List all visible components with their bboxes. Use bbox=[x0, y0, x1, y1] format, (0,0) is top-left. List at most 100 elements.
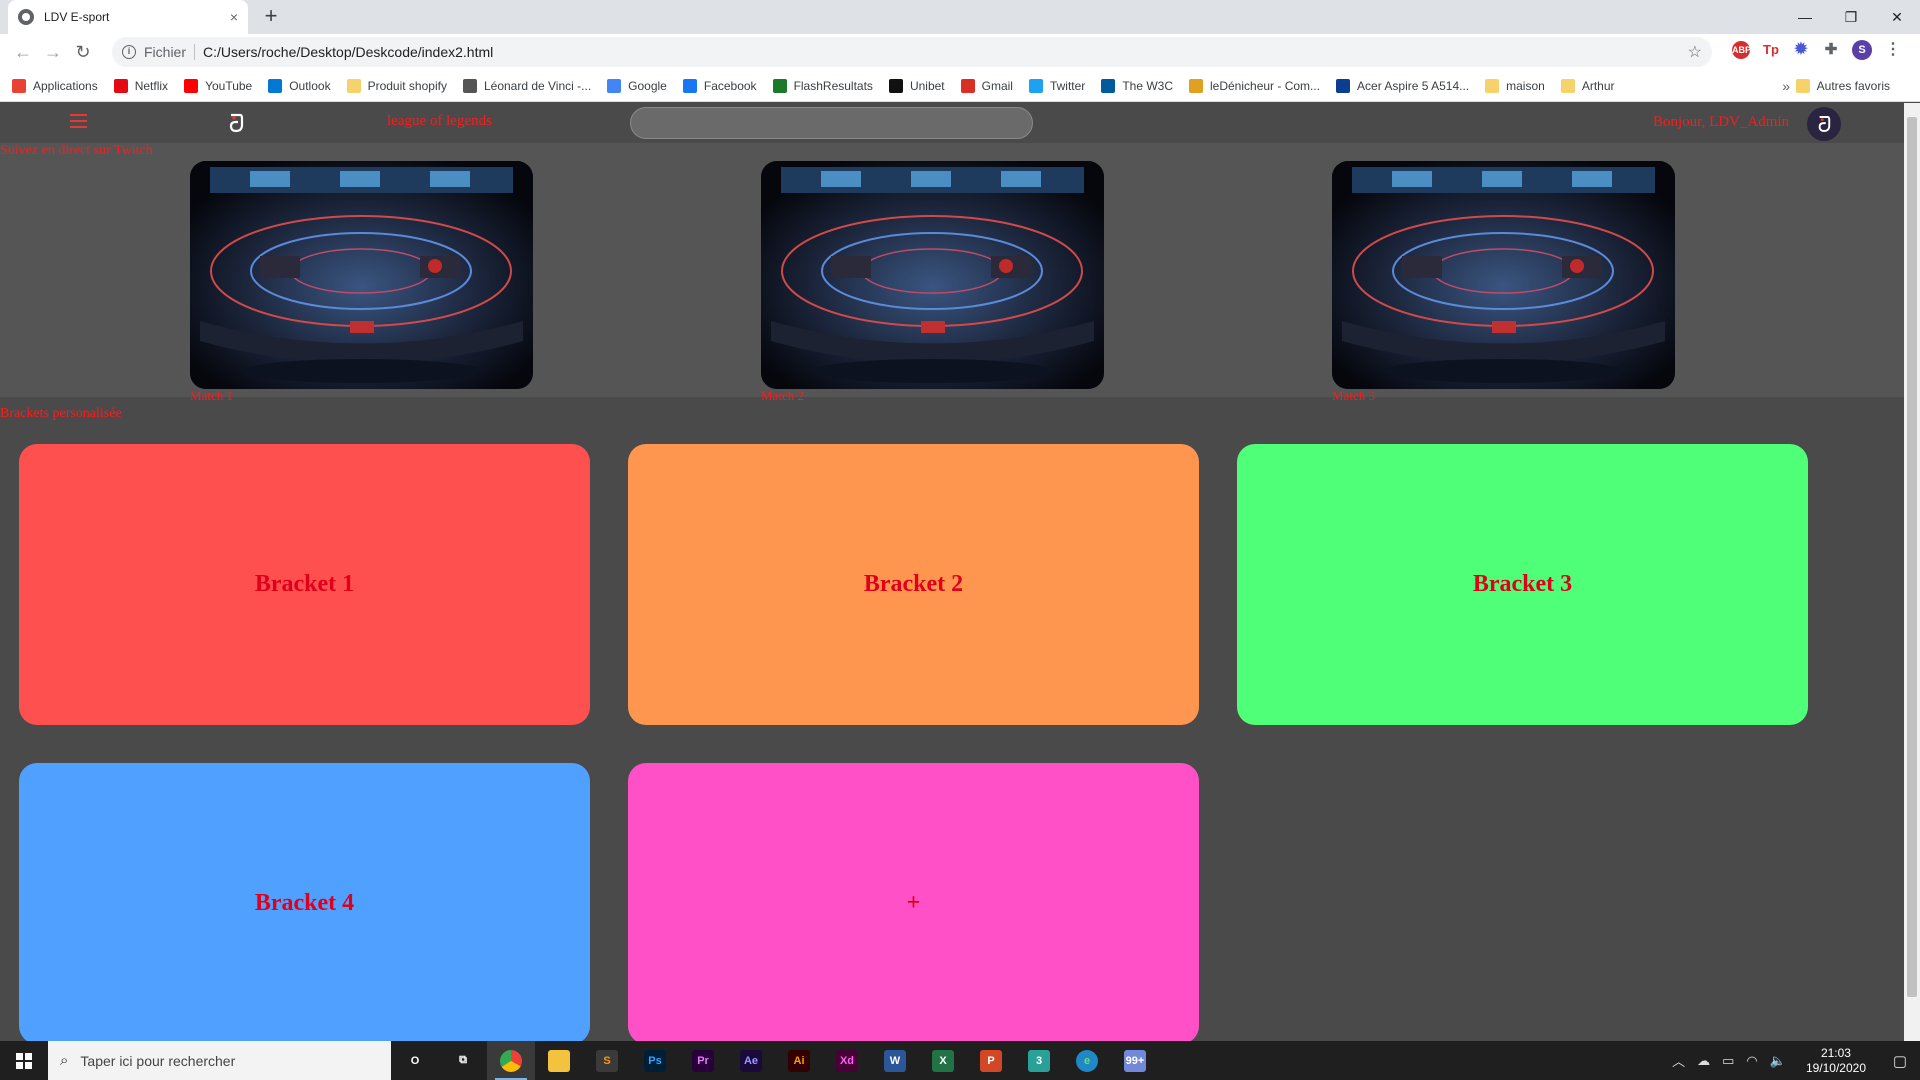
chrome-menu-icon[interactable]: ⋮ bbox=[1884, 41, 1902, 59]
address-bar[interactable]: i Fichier C:/Users/roche/Desktop/Deskcod… bbox=[112, 37, 1712, 67]
page-scrollbar[interactable] bbox=[1904, 103, 1920, 1041]
add-bracket-button[interactable]: + bbox=[628, 763, 1199, 1041]
hamburger-menu-icon[interactable] bbox=[70, 114, 87, 128]
start-button[interactable] bbox=[0, 1041, 48, 1080]
tp-extension-icon[interactable]: Tp bbox=[1762, 41, 1780, 59]
unibet-icon bbox=[888, 78, 903, 93]
taskbar-illustrator-button[interactable]: Ai bbox=[775, 1041, 823, 1080]
taskbar-photoshop-button[interactable]: Ps bbox=[631, 1041, 679, 1080]
bookmark-label: Twitter bbox=[1049, 78, 1086, 93]
bookmark-item[interactable]: Twitter bbox=[1028, 78, 1086, 93]
bookmark-item[interactable]: Produit shopify bbox=[346, 78, 447, 93]
taskbar-file-explorer-button[interactable] bbox=[535, 1041, 583, 1080]
wifi-icon[interactable]: ◠ bbox=[1746, 1053, 1757, 1069]
system-tray: ︿ ☁ ▭ ◠ 🔈 21:03 19/10/2020 ▢ bbox=[1666, 1041, 1920, 1080]
bracket-card[interactable]: Bracket 3 bbox=[1237, 444, 1808, 725]
bracket-card[interactable]: Bracket 1 bbox=[19, 444, 590, 725]
bookmark-item[interactable]: leDénicheur - Com... bbox=[1189, 78, 1320, 93]
bookmark-item[interactable]: Netflix bbox=[113, 78, 168, 93]
taskbar-excel-button[interactable]: X bbox=[919, 1041, 967, 1080]
powerpoint-icon: P bbox=[980, 1049, 1002, 1072]
folder-icon bbox=[1485, 78, 1500, 93]
minimize-icon[interactable]: — bbox=[1782, 0, 1828, 34]
back-arrow-icon[interactable]: ← bbox=[8, 42, 38, 63]
taskbar-xd-button[interactable]: Xd bbox=[823, 1041, 871, 1080]
game-title[interactable]: league of legends bbox=[387, 113, 492, 130]
extension-gear-icon[interactable]: ✹ bbox=[1792, 41, 1810, 59]
taskbar-after-effects-button[interactable]: Ae bbox=[727, 1041, 775, 1080]
taskbar-task-view-button[interactable]: ⧉ bbox=[439, 1041, 487, 1080]
battery-icon[interactable]: ▭ bbox=[1722, 1053, 1734, 1069]
scrollbar-thumb[interactable] bbox=[1907, 117, 1917, 997]
other-bookmarks[interactable]: Autres favoris bbox=[1795, 70, 1906, 102]
discord-icon: 99+ bbox=[1124, 1049, 1146, 1072]
bookmark-item[interactable]: Unibet bbox=[888, 78, 945, 93]
browser-tab[interactable]: LDV E-sport × bbox=[8, 0, 248, 34]
taskbar-edge-button[interactable]: e bbox=[1063, 1041, 1111, 1080]
onedrive-icon[interactable]: ☁ bbox=[1697, 1053, 1710, 1069]
stream-label[interactable]: Match 1 bbox=[190, 388, 233, 404]
bracket-label: Bracket 2 bbox=[863, 571, 964, 597]
adblock-icon[interactable]: ABP bbox=[1732, 41, 1751, 59]
taskbar-word-button[interactable]: W bbox=[871, 1041, 919, 1080]
reload-icon[interactable]: ↻ bbox=[68, 42, 98, 63]
close-window-icon[interactable]: ✕ bbox=[1874, 0, 1920, 34]
bracket-card[interactable]: Bracket 2 bbox=[628, 444, 1199, 725]
notification-icon[interactable]: ▢ bbox=[1880, 1041, 1920, 1080]
bookmark-item[interactable]: Outlook bbox=[268, 78, 331, 93]
site-header: league of legends Bonjour, LDV_Admin bbox=[0, 103, 1904, 143]
bookmark-item[interactable]: Facebook bbox=[682, 78, 757, 93]
bookmark-item[interactable]: Arthur bbox=[1560, 78, 1615, 93]
tab-close-icon[interactable]: × bbox=[230, 9, 238, 25]
taskbar-chrome-button[interactable] bbox=[487, 1041, 535, 1080]
stream-thumbnail[interactable] bbox=[190, 161, 533, 389]
w3c-icon bbox=[1101, 78, 1116, 93]
taskbar-discord-button[interactable]: 99+ bbox=[1111, 1041, 1159, 1080]
bookmark-item[interactable]: FlashResultats bbox=[772, 78, 873, 93]
edge-icon: e bbox=[1076, 1049, 1098, 1072]
clock[interactable]: 21:03 19/10/2020 bbox=[1806, 1046, 1866, 1076]
bookmarks-bar: Applications Netflix YouTube Outlook Produit… bbox=[0, 70, 1920, 102]
new-tab-button[interactable]: + bbox=[258, 4, 284, 30]
bookmark-item[interactable]: Acer Aspire 5 A514... bbox=[1336, 78, 1469, 93]
extensions-puzzle-icon[interactable]: ✚ bbox=[1822, 41, 1840, 59]
bookmark-item[interactable]: Léonard de Vinci -... bbox=[462, 78, 591, 93]
stream-label[interactable]: Match 2 bbox=[761, 388, 804, 404]
bookmark-label: FlashResultats bbox=[793, 78, 873, 93]
taskbar-powerpoint-button[interactable]: P bbox=[967, 1041, 1015, 1080]
taskbar-sublime-button[interactable]: S bbox=[583, 1041, 631, 1080]
cortana-icon: O bbox=[410, 1054, 420, 1067]
ldv-logo-icon[interactable] bbox=[228, 113, 244, 133]
restore-icon[interactable]: ❐ bbox=[1828, 0, 1874, 34]
bookmark-item[interactable]: The W3C bbox=[1101, 78, 1173, 93]
flashresultats-icon bbox=[772, 78, 787, 93]
search-input[interactable] bbox=[630, 107, 1033, 139]
stream-thumbnail[interactable] bbox=[1332, 161, 1675, 389]
bookmark-item[interactable]: YouTube bbox=[184, 78, 252, 93]
arena-image bbox=[1332, 161, 1675, 389]
bracket-card[interactable]: Bracket 4 bbox=[19, 763, 590, 1041]
windows-logo-icon bbox=[16, 1052, 32, 1069]
stream-label[interactable]: Match 3 bbox=[1332, 388, 1375, 404]
bookmark-item[interactable]: Gmail bbox=[960, 78, 1013, 93]
more-bookmarks-icon[interactable]: » bbox=[1782, 78, 1790, 94]
volume-icon[interactable]: 🔈 bbox=[1770, 1053, 1786, 1069]
bookmark-item[interactable]: Google bbox=[607, 78, 667, 93]
taskbar-app-3-button[interactable]: 3 bbox=[1015, 1041, 1063, 1080]
bookmark-item[interactable]: Applications bbox=[12, 78, 98, 93]
info-icon[interactable]: i bbox=[122, 45, 136, 59]
forward-arrow-icon[interactable]: → bbox=[38, 42, 68, 63]
user-avatar[interactable] bbox=[1807, 107, 1841, 141]
taskbar-cortana-button[interactable]: O bbox=[391, 1041, 439, 1080]
taskbar-premiere-button[interactable]: Pr bbox=[679, 1041, 727, 1080]
url-text[interactable]: C:/Users/roche/Desktop/Deskcode/index2.h… bbox=[203, 44, 493, 60]
word-icon: W bbox=[884, 1049, 906, 1072]
stream-thumbnail[interactable] bbox=[761, 161, 1104, 389]
illustrator-icon: Ai bbox=[788, 1049, 810, 1072]
profile-avatar[interactable]: S bbox=[1852, 40, 1872, 60]
bookmark-item[interactable]: maison bbox=[1485, 78, 1545, 93]
tray-chevron-icon[interactable]: ︿ bbox=[1672, 1051, 1685, 1070]
windows-taskbar: ⌕ Taper ici pour rechercher O ⧉ S Ps Pr Ae Ai X… bbox=[0, 1041, 1920, 1080]
taskbar-search[interactable]: ⌕ Taper ici pour rechercher bbox=[48, 1041, 391, 1080]
bookmark-star-icon[interactable]: ☆ bbox=[1688, 42, 1702, 62]
